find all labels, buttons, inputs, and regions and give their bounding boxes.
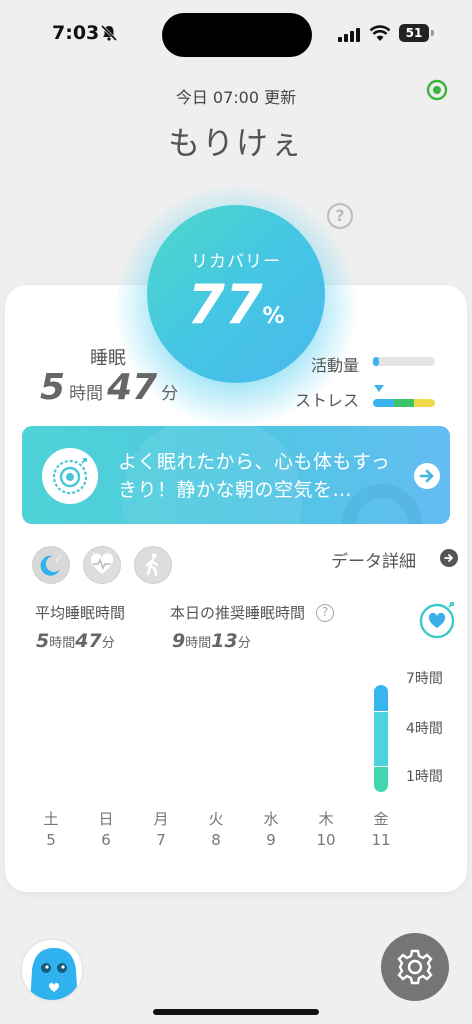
home-indicator xyxy=(153,1009,319,1015)
chart-date-label: 10 xyxy=(316,831,336,849)
chart-date-label: 11 xyxy=(371,831,391,849)
chevron-right-icon[interactable] xyxy=(440,549,458,567)
chart-date-label: 6 xyxy=(101,831,111,849)
status-time: 7:03 xyxy=(52,22,100,44)
recovery-label: リカバリー xyxy=(191,252,281,272)
stress-segment xyxy=(373,399,394,407)
y-axis-label: 4時間 xyxy=(406,721,443,737)
tab-walking[interactable] xyxy=(134,546,172,584)
chart-day-label: 木 xyxy=(318,810,334,828)
user-name: もりけぇ xyxy=(167,124,304,162)
recommended-sleep-value: 9時間13分 xyxy=(172,630,251,652)
dynamic-island xyxy=(162,13,312,57)
chart-day-label: 日 xyxy=(98,810,114,828)
chart-day-label: 火 xyxy=(208,810,224,828)
chart-bar-segment xyxy=(374,767,388,792)
sunrise-icon xyxy=(42,448,98,504)
recovery-circle[interactable]: リカバリー 77% xyxy=(147,205,325,383)
svg-text:z: z xyxy=(59,554,62,560)
stress-label: ストレス xyxy=(295,391,360,410)
gear-icon xyxy=(381,949,449,1005)
chart-date-label: 7 xyxy=(156,831,166,849)
activity-label: 活動量 xyxy=(311,356,360,375)
recovery-unit: % xyxy=(262,304,285,329)
stress-bar xyxy=(373,399,435,407)
settings-button[interactable] xyxy=(381,933,449,1001)
stress-marker xyxy=(374,385,384,392)
message-banner[interactable]: よく眠れたから、心も体もすっきり！静かな朝の空気を… xyxy=(22,426,450,524)
avg-sleep-label: 平均睡眠時間 xyxy=(35,604,126,622)
wifi-icon xyxy=(369,24,391,46)
y-axis-label: 1時間 xyxy=(406,769,443,785)
update-time: 今日 07:00 更新 xyxy=(175,88,297,107)
arrow-right-icon[interactable] xyxy=(414,463,440,489)
chart-day-label: 土 xyxy=(43,810,59,828)
tab-heart-rate[interactable] xyxy=(83,546,121,584)
cellular-signal-icon xyxy=(338,27,362,46)
tab-sleep[interactable]: zz xyxy=(32,546,70,584)
chart-day-label: 水 xyxy=(263,810,279,828)
stress-segment xyxy=(393,399,415,407)
chart-bar[interactable] xyxy=(374,684,388,792)
data-detail-link[interactable]: データ詳細 xyxy=(331,547,416,572)
bell-muted-icon xyxy=(100,24,118,46)
recovery-score: 77% xyxy=(187,273,285,336)
chart-date-label: 9 xyxy=(266,831,276,849)
battery-indicator: 51 xyxy=(399,24,429,42)
chart-bar-segment xyxy=(374,711,388,768)
chart-date-label: 8 xyxy=(211,831,221,849)
avg-sleep-value: 5時間47分 xyxy=(36,630,115,652)
chart-bar-segment xyxy=(374,684,388,712)
activity-bar xyxy=(373,357,435,366)
chart-day-label: 月 xyxy=(153,810,169,828)
device-sync-icon[interactable] xyxy=(425,78,449,106)
help-icon[interactable]: ? xyxy=(327,203,353,229)
battery-tip xyxy=(431,30,434,36)
banner-message: よく眠れたから、心も体もすっきり！静かな朝の空気を… xyxy=(118,451,391,501)
help-icon-small[interactable]: ? xyxy=(316,604,334,622)
recommended-sleep-label: 本日の推奨睡眠時間 xyxy=(170,604,306,622)
activity-bar-fill xyxy=(373,357,380,366)
avatar[interactable] xyxy=(20,938,84,1002)
y-axis-label: 7時間 xyxy=(406,671,443,687)
chart-date-label: 5 xyxy=(46,831,56,849)
sleep-duration: 5 時間 47 分 xyxy=(40,367,179,408)
stress-segment xyxy=(414,399,435,407)
status-bar: 7:03 51 xyxy=(0,0,472,64)
heart-health-icon[interactable] xyxy=(418,601,458,645)
chart-day-label: 金 xyxy=(373,810,389,828)
